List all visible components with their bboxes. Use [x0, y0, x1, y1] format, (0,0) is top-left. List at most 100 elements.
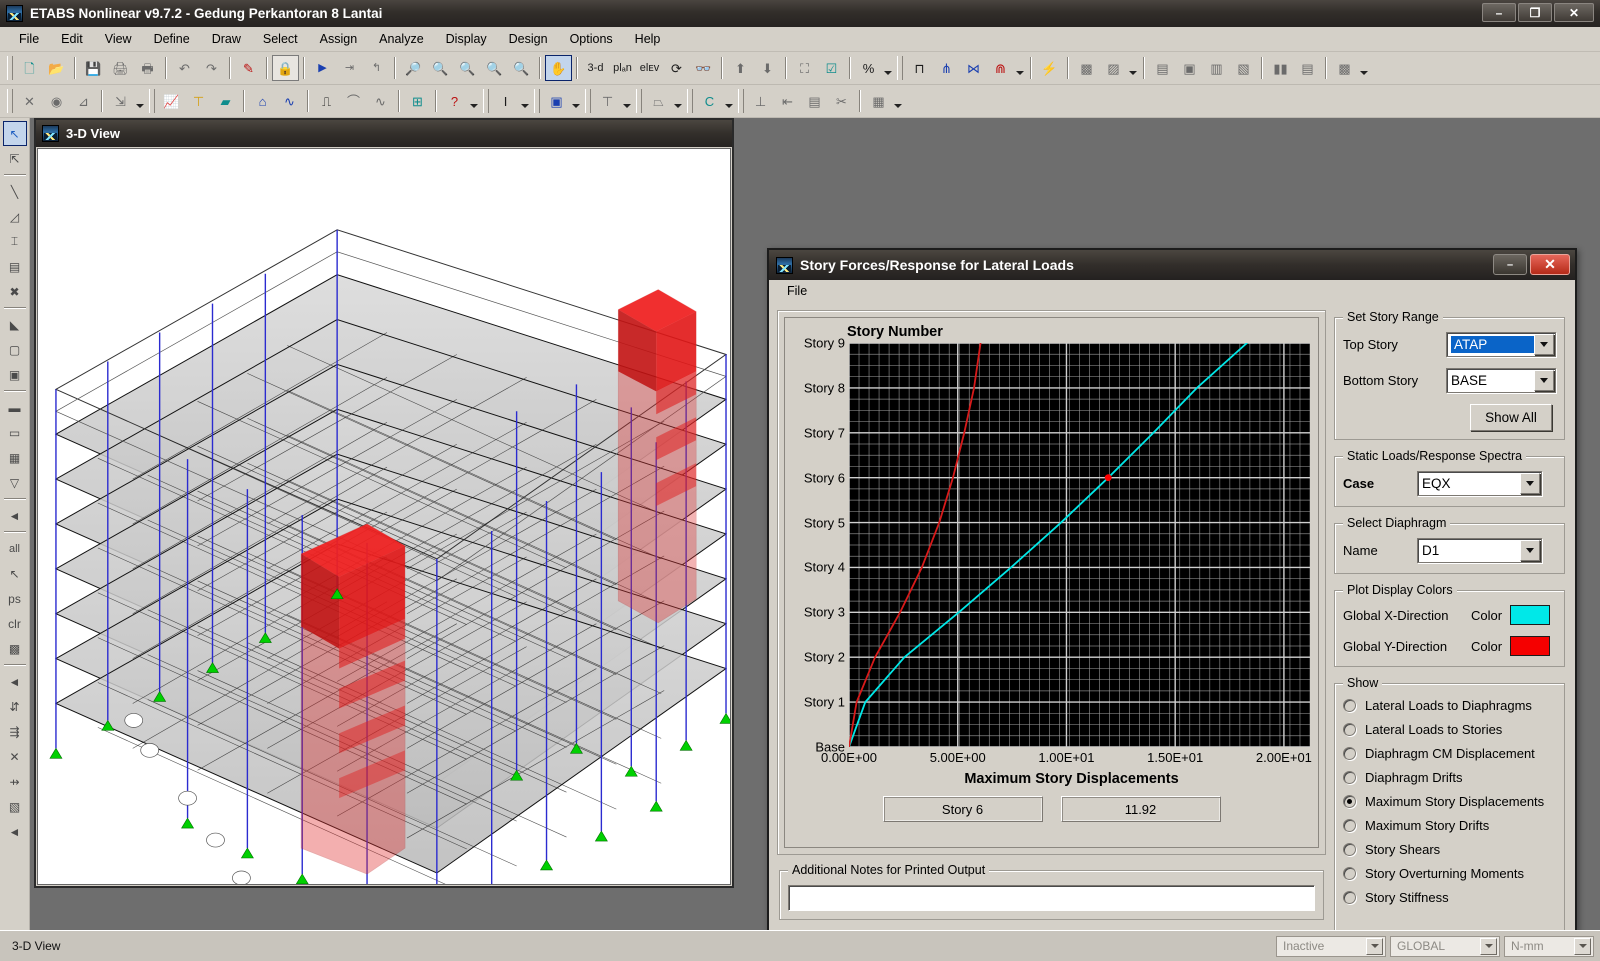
radio-button[interactable]	[1343, 747, 1356, 760]
radio-button[interactable]	[1343, 771, 1356, 784]
show-option-row[interactable]: Diaphragm CM Displacement	[1343, 746, 1556, 761]
draw-quick-wall-icon[interactable]: ▽	[3, 470, 27, 495]
restore-button[interactable]: ❐	[1518, 3, 1552, 22]
save-icon[interactable]: 💾	[80, 55, 107, 81]
menu-analyze[interactable]: Analyze	[368, 29, 434, 49]
move-down-story-icon[interactable]: ⬇	[754, 55, 781, 81]
toolbar-grip[interactable]	[687, 89, 693, 113]
menu-draw[interactable]: Draw	[201, 29, 252, 49]
menu-define[interactable]: Define	[143, 29, 201, 49]
chevron-down-icon[interactable]	[1366, 937, 1383, 955]
design-results-icon[interactable]: ⊞	[404, 88, 431, 114]
assign-joint-dropdown-icon[interactable]	[570, 88, 582, 114]
show-loads-icon[interactable]: ⊤	[185, 88, 212, 114]
member-forces-icon[interactable]: ▣	[1176, 55, 1203, 81]
reshape-icon[interactable]: ⇱	[3, 146, 27, 171]
assign-shell-icon[interactable]: ⏢	[645, 88, 672, 114]
intersecting-line-select-icon[interactable]: ▩	[3, 636, 27, 661]
toolbar-grip[interactable]	[897, 56, 903, 80]
analysis-state-select[interactable]: Inactive	[1276, 935, 1386, 957]
brace-icon[interactable]: ⋔	[933, 55, 960, 81]
show-all-button[interactable]: Show All	[1470, 404, 1552, 431]
lightning-icon[interactable]: ⚡	[1036, 55, 1063, 81]
quick-draw-panel-icon[interactable]: ▢	[3, 337, 27, 362]
frame-dropdown-icon[interactable]	[1014, 55, 1026, 81]
shell-stress-icon[interactable]: ▥	[1203, 55, 1230, 81]
member-force-diagram-icon[interactable]: ⎍	[313, 88, 340, 114]
radio-button[interactable]	[1343, 699, 1356, 712]
menu-options[interactable]: Options	[559, 29, 624, 49]
print-preview-icon[interactable]: 🖨	[107, 55, 134, 81]
story-forces-dialog[interactable]: Story Forces/Response for Lateral Loads …	[767, 248, 1577, 930]
radio-button[interactable]	[1343, 867, 1356, 880]
previous-selection-icon[interactable]: ps	[3, 586, 27, 611]
close-button[interactable]: ✕	[1554, 3, 1594, 22]
select-all-icon[interactable]: ☑	[818, 55, 845, 81]
menu-design[interactable]: Design	[498, 29, 559, 49]
tile-vertical-icon[interactable]: ▮▮	[1267, 55, 1294, 81]
show-option-row[interactable]: Maximum Story Drifts	[1343, 818, 1556, 833]
show-option-row[interactable]: Lateral Loads to Stories	[1343, 722, 1556, 737]
display-forces-icon[interactable]: ▨	[1100, 55, 1127, 81]
assign-link-icon[interactable]: C	[696, 88, 723, 114]
view-window-3d[interactable]: 3-D View	[34, 118, 734, 888]
select-left-icon[interactable]: ◄	[3, 669, 27, 694]
bottom-story-select[interactable]: BASE	[1446, 368, 1556, 393]
draw-floor-icon[interactable]: ▦	[3, 445, 27, 470]
assign-frame-icon[interactable]: ⊤	[594, 88, 621, 114]
dialog-menu-file[interactable]: File	[781, 282, 813, 300]
menu-view[interactable]: View	[94, 29, 143, 49]
rotate-icon[interactable]: ⟳	[663, 55, 690, 81]
show-option-row[interactable]: Maximum Story Displacements	[1343, 794, 1556, 809]
assign-frame-dropdown-icon[interactable]	[621, 88, 633, 114]
select-horizontal-icon[interactable]: ⇶	[3, 719, 27, 744]
show-option-row[interactable]: Lateral Loads to Diaphragms	[1343, 698, 1556, 713]
model-canvas[interactable]	[37, 148, 731, 885]
collapse-arrow-icon[interactable]: ◄	[3, 503, 27, 528]
menu-edit[interactable]: Edit	[50, 29, 94, 49]
energy-icon[interactable]: ▧	[1230, 55, 1257, 81]
select-z-icon[interactable]: ⇸	[3, 769, 27, 794]
undo-icon[interactable]: ↶	[171, 55, 198, 81]
select-xy-icon[interactable]: ✕	[3, 744, 27, 769]
quick-draw-area-icon[interactable]: ◣	[3, 312, 27, 337]
perspective-icon[interactable]: 👓	[690, 55, 717, 81]
display-dropdown-icon[interactable]	[1127, 55, 1139, 81]
zoom-out-icon[interactable]: 🔍	[508, 55, 535, 81]
chevron-down-icon[interactable]	[1534, 334, 1554, 355]
coordinate-system-select[interactable]: GLOBAL	[1390, 935, 1500, 957]
select-group-icon[interactable]: ▧	[3, 794, 27, 819]
run-static-icon[interactable]: ⇥	[336, 55, 363, 81]
snap-perp-icon[interactable]: ⇲	[107, 88, 134, 114]
chart-canvas[interactable]	[848, 342, 1311, 748]
run-analysis-icon[interactable]: ▶	[309, 55, 336, 81]
view-plan-icon[interactable]: plₐn	[609, 55, 636, 81]
open-file-icon[interactable]: 📂	[43, 55, 70, 81]
redo-icon[interactable]: ↷	[198, 55, 225, 81]
view-3d-icon[interactable]: 3-d	[582, 55, 609, 81]
deselect-icon[interactable]: ↖	[3, 561, 27, 586]
set-building-view-options-icon[interactable]: ⛶	[791, 55, 818, 81]
dialog-minimize-button[interactable]: –	[1493, 254, 1527, 275]
zoom-previous-icon[interactable]: 🔍	[427, 55, 454, 81]
display-tables-icon[interactable]: ▦	[865, 88, 892, 114]
show-option-row[interactable]: Story Shears	[1343, 842, 1556, 857]
chevron-down-icon[interactable]	[1520, 540, 1540, 561]
print-icon[interactable]: 🖶	[134, 55, 161, 81]
units-select[interactable]: N-mm	[1504, 935, 1594, 957]
global-y-color-swatch[interactable]	[1510, 636, 1551, 656]
rubber-band-zoom-icon[interactable]: 🔎	[400, 55, 427, 81]
scroll-left-icon[interactable]: ◄	[3, 819, 27, 844]
pointer-select-icon[interactable]: ↖	[2, 121, 27, 146]
display-deformed-icon[interactable]: ▩	[1073, 55, 1100, 81]
snap-point-icon[interactable]: ◉	[43, 88, 70, 114]
toolbar-grip[interactable]	[534, 89, 540, 113]
minimize-button[interactable]: –	[1482, 3, 1516, 22]
group-display-icon[interactable]: ▩	[1331, 55, 1358, 81]
zoom-full-icon[interactable]: 🔍	[454, 55, 481, 81]
draw-wall-icon[interactable]: ▭	[3, 420, 27, 445]
draw-area-icon[interactable]: ▤	[3, 254, 27, 279]
move-up-story-icon[interactable]: ⬆	[727, 55, 754, 81]
toolbar-grip[interactable]	[149, 89, 155, 113]
show-sections-icon[interactable]: ▰	[212, 88, 239, 114]
